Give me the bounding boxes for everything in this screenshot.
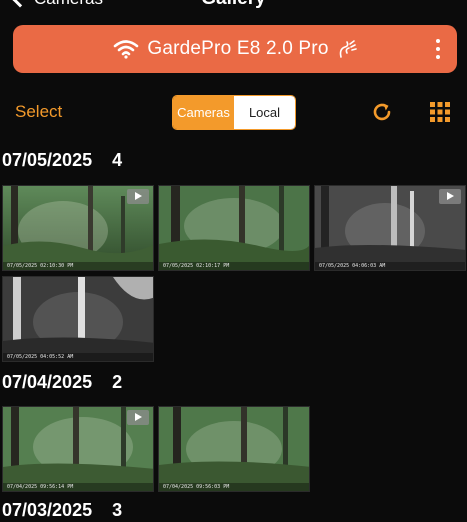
select-button[interactable]: Select bbox=[15, 102, 62, 122]
group-date: 07/04/2025 bbox=[2, 372, 93, 392]
wifi-icon bbox=[114, 40, 139, 59]
gallery-thumbnail[interactable]: 07/05/2025 02:10:30 PM bbox=[2, 185, 154, 271]
gallery-thumbnail[interactable]: 07/05/2025 02:10:17 PM bbox=[158, 185, 310, 271]
segment-local[interactable]: Local bbox=[234, 96, 295, 129]
date-group-header: 07/03/2025 3 bbox=[2, 500, 122, 522]
gallery-thumbnail[interactable]: 07/04/2025 09:56:03 PM bbox=[158, 406, 310, 492]
date-group-header: 07/04/2025 2 bbox=[2, 372, 122, 394]
photo-timestamp: 07/05/2025 04:06:03 AM bbox=[315, 262, 465, 270]
video-badge-icon bbox=[127, 410, 149, 425]
date-group-header: 07/05/2025 4 bbox=[2, 150, 122, 172]
photo-timestamp: 07/05/2025 04:05:52 AM bbox=[3, 353, 153, 361]
signal-icon bbox=[339, 40, 357, 58]
group-count: 4 bbox=[112, 150, 123, 170]
video-badge-icon bbox=[127, 189, 149, 204]
device-name: GardePro E8 2.0 Pro bbox=[147, 38, 329, 59]
refresh-icon[interactable] bbox=[371, 101, 393, 123]
photo-timestamp: 07/05/2025 02:10:30 PM bbox=[3, 262, 153, 270]
gallery-thumbnail[interactable]: 07/05/2025 04:05:52 AM bbox=[2, 276, 154, 362]
navigation-bar: Cameras Gallery bbox=[0, 0, 467, 10]
source-segmented-control: Cameras Local bbox=[172, 95, 296, 130]
photo-timestamp: 07/04/2025 09:56:03 PM bbox=[159, 483, 309, 491]
group-date: 07/03/2025 bbox=[2, 500, 93, 520]
gallery-thumbnail[interactable]: 07/05/2025 04:06:03 AM bbox=[314, 185, 466, 271]
grid-icon[interactable] bbox=[430, 102, 450, 122]
segment-cameras[interactable]: Cameras bbox=[173, 96, 234, 129]
more-vertical-icon[interactable] bbox=[435, 39, 441, 59]
group-count: 2 bbox=[112, 372, 123, 392]
device-selector[interactable]: GardePro E8 2.0 Pro bbox=[13, 25, 457, 73]
group-count: 3 bbox=[112, 500, 123, 520]
page-title: Gallery bbox=[0, 0, 467, 10]
gallery-thumbnail[interactable]: 07/04/2025 09:56:14 PM bbox=[2, 406, 154, 492]
photo-timestamp: 07/05/2025 02:10:17 PM bbox=[159, 262, 309, 270]
video-badge-icon bbox=[439, 189, 461, 204]
photo-timestamp: 07/04/2025 09:56:14 PM bbox=[3, 483, 153, 491]
group-date: 07/05/2025 bbox=[2, 150, 93, 170]
